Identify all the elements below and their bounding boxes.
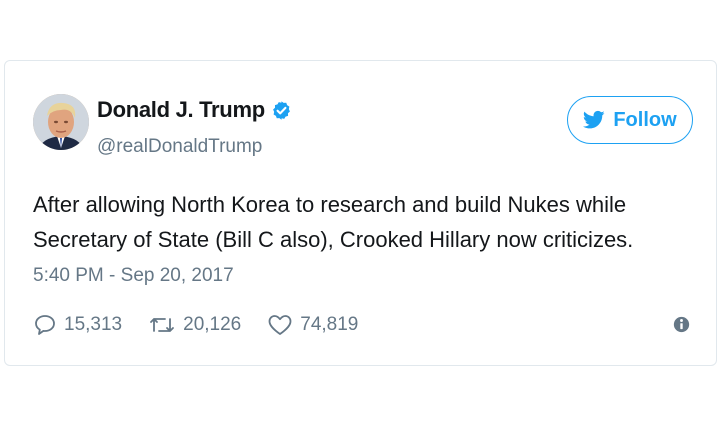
author-name-row[interactable]: Donald J. Trump bbox=[97, 97, 292, 123]
info-icon[interactable] bbox=[673, 316, 690, 333]
author-handle[interactable]: @realDonaldTrump bbox=[97, 136, 262, 158]
twitter-bird-icon bbox=[583, 110, 605, 129]
retweet-action[interactable]: 20,126 bbox=[148, 313, 241, 337]
tweet-text: After allowing North Korea to research a… bbox=[33, 187, 693, 257]
like-action[interactable]: 74,819 bbox=[267, 313, 358, 337]
verified-badge-icon bbox=[272, 100, 290, 120]
follow-button[interactable]: Follow bbox=[567, 96, 693, 144]
tweet-text-line: After allowing North Korea to research a… bbox=[33, 192, 627, 217]
follow-button-label: Follow bbox=[613, 108, 677, 131]
tweet-timestamp[interactable]: 5:40 PM - Sep 20, 2017 bbox=[33, 265, 234, 287]
tweet-text-line: Secretary of State (Bill C also), Crooke… bbox=[33, 227, 634, 252]
like-count: 74,819 bbox=[300, 314, 359, 335]
reply-count: 15,313 bbox=[64, 314, 123, 335]
retweet-count: 20,126 bbox=[183, 314, 242, 335]
tweet-actions: 15,313 20,126 74,819 bbox=[33, 313, 384, 337]
reply-icon bbox=[35, 315, 55, 335]
avatar[interactable] bbox=[33, 94, 89, 150]
tweet-card: Donald J. Trump @realDonaldTrump Follow … bbox=[4, 60, 717, 366]
retweet-icon bbox=[150, 318, 175, 332]
heart-icon bbox=[268, 315, 292, 335]
author-display-name[interactable]: Donald J. Trump bbox=[97, 97, 265, 123]
reply-action[interactable]: 15,313 bbox=[33, 313, 122, 337]
